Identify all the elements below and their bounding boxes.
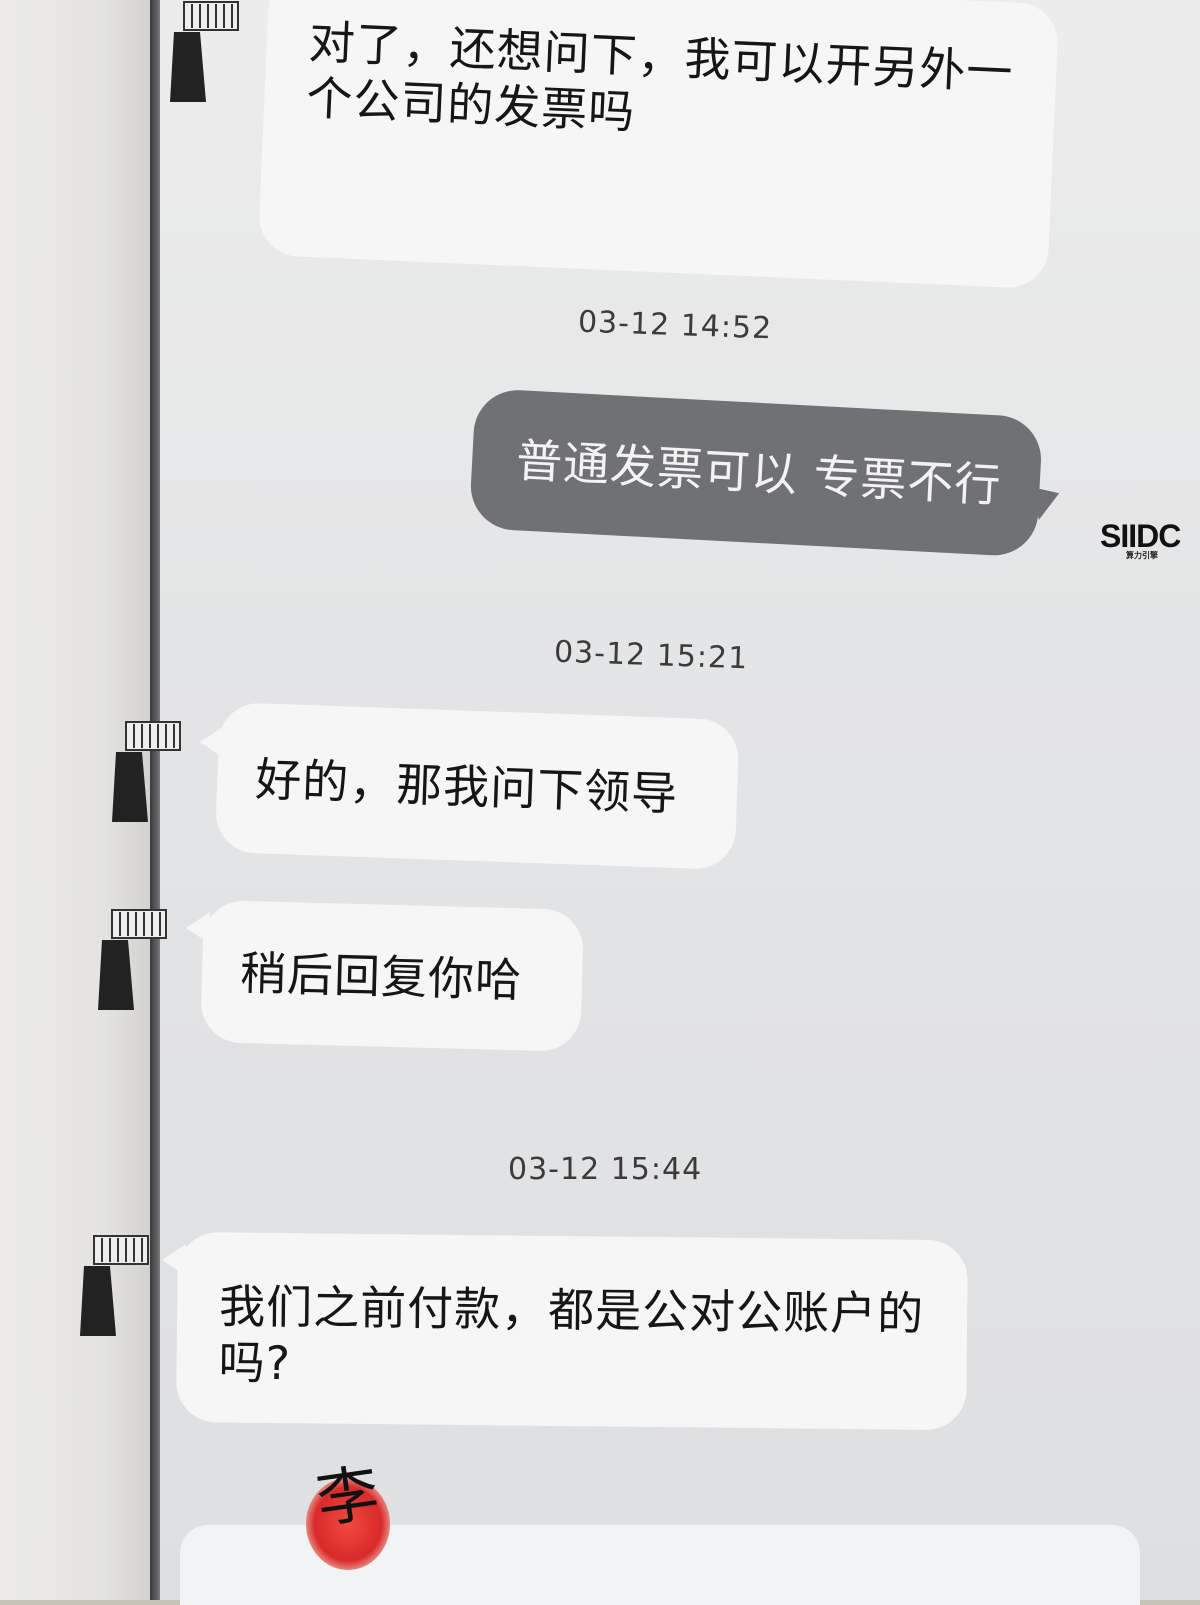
signature: 李 [311, 1455, 384, 1537]
message-bubble-outgoing[interactable]: 普通发票可以 专票不行 [468, 388, 1044, 558]
sender-avatar-icon[interactable] [98, 900, 170, 1010]
message-bubble-incoming[interactable]: 我们之前付款，都是公对公账户的吗? [176, 1232, 968, 1431]
message-bubble-incoming[interactable]: 好的，那我问下领导 [214, 702, 740, 871]
sender-avatar-icon[interactable] [80, 1226, 152, 1336]
message-text: 普通发票可以 专票不行 [514, 433, 1003, 513]
message-bubble-incoming[interactable]: 对了，还想问下，我可以开另外一个公司的发票吗 [257, 0, 1060, 290]
message-text: 稍后回复你哈 [239, 945, 523, 1008]
timestamp: 03-12 14:52 [577, 304, 773, 347]
agent-logo[interactable]: SIIDC 算力引擎 [1100, 510, 1200, 560]
sender-avatar-icon[interactable] [170, 0, 242, 102]
message-bubble-incoming[interactable]: 稍后回复你哈 [200, 900, 584, 1052]
timestamp: 03-12 15:44 [508, 1152, 703, 1187]
sender-avatar-icon[interactable] [112, 712, 184, 822]
logo-subtext: 算力引擎 [1126, 551, 1158, 560]
message-text: 好的，那我问下领导 [254, 752, 680, 822]
message-text: 我们之前付款，都是公对公账户的吗? [218, 1279, 925, 1391]
message-text: 对了，还想问下，我可以开另外一个公司的发票吗 [305, 14, 1015, 140]
timestamp: 03-12 15:21 [553, 634, 749, 677]
